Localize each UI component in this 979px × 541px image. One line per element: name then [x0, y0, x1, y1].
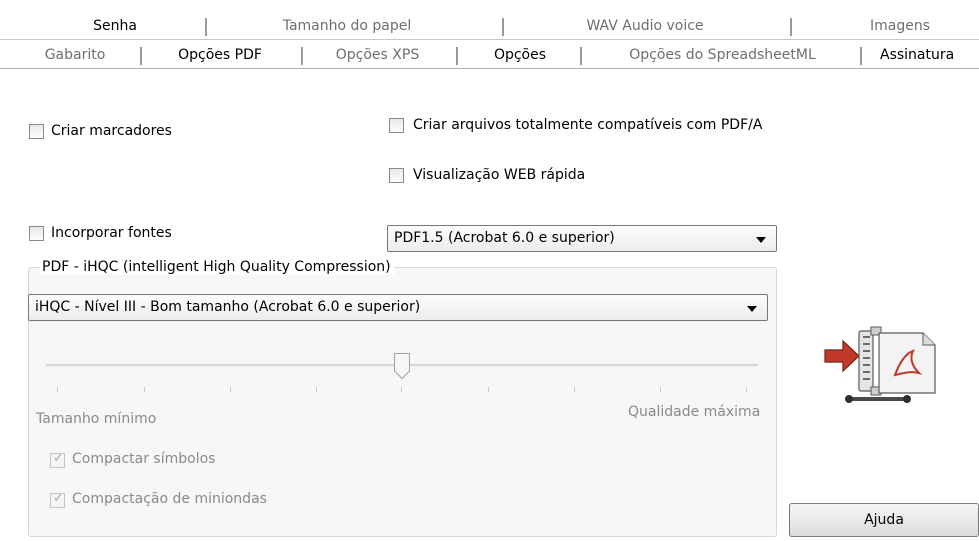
create-bookmarks-checkbox[interactable]	[29, 124, 44, 139]
tab-separator	[140, 47, 142, 65]
tab-tamanho-do-papel[interactable]: Tamanho do papel	[262, 15, 432, 38]
slider-tick	[144, 387, 145, 392]
tab-separator	[205, 18, 207, 36]
slider-tick	[660, 387, 661, 392]
compress-symbols-label[interactable]: Compactar símbolos	[72, 451, 215, 467]
pdf-version-select[interactable]: PDF1.5 (Acrobat 6.0 e superior)	[387, 225, 777, 252]
tab-imagens[interactable]: Imagens	[840, 15, 960, 38]
tab-separator	[456, 47, 458, 65]
tab-panel-border	[0, 68, 979, 69]
fast-web-view-checkbox[interactable]	[389, 168, 404, 183]
compress-thumbnails-label[interactable]: Compactação de miniondas	[72, 491, 267, 507]
slider-max-label: Qualidade máxima	[628, 404, 761, 420]
tab-separator	[502, 18, 504, 36]
tab-opcoes-spreadsheetml[interactable]: Opções do SpreadsheetML	[590, 44, 855, 67]
slider-tick	[746, 387, 747, 392]
tab-separator	[301, 47, 303, 65]
compress-thumbnails-checkbox[interactable]	[50, 491, 65, 508]
pdfa-compliant-checkbox[interactable]	[389, 118, 404, 133]
slider-tick	[230, 387, 231, 392]
slider-min-label: Tamanho mínimo	[36, 411, 157, 427]
tab-row-divider	[0, 39, 979, 40]
tab-wav-audio-voice[interactable]: WAV Audio voice	[560, 15, 730, 38]
ihqc-level-select[interactable]: iHQC - Nível III - Bom tamanho (Acrobat …	[28, 294, 768, 321]
pdf-version-value: PDF1.5 (Acrobat 6.0 e superior)	[394, 230, 615, 246]
tab-separator	[790, 18, 792, 36]
slider-tick	[488, 387, 489, 392]
slider-tick	[57, 387, 58, 392]
tab-separator	[860, 47, 862, 65]
tab-assinatura[interactable]: Assinatura	[880, 44, 979, 67]
help-button[interactable]: Ajuda	[789, 503, 979, 537]
fast-web-view-label[interactable]: Visualização WEB rápida	[413, 167, 585, 183]
chevron-down-icon	[747, 306, 757, 312]
tab-gabarito[interactable]: Gabarito	[20, 44, 130, 67]
ihqc-level-value: iHQC - Nível III - Bom tamanho (Acrobat …	[35, 299, 421, 315]
tab-opcoes-pdf[interactable]: Opções PDF	[155, 44, 285, 67]
pdf-compress-icon	[824, 326, 936, 403]
tab-senha[interactable]: Senha	[60, 15, 170, 38]
ihqc-slider-thumb[interactable]	[393, 352, 411, 380]
tab-opcoes-xps[interactable]: Opções XPS	[315, 44, 440, 67]
tab-separator	[580, 47, 582, 65]
chevron-down-icon	[756, 237, 766, 243]
embed-fonts-label[interactable]: Incorporar fontes	[51, 225, 172, 241]
slider-tick	[574, 387, 575, 392]
pdfa-compliant-label[interactable]: Criar arquivos totalmente compatíveis co…	[413, 117, 762, 133]
tab-opcoes[interactable]: Opções	[470, 44, 570, 67]
compress-symbols-checkbox[interactable]	[50, 451, 65, 468]
embed-fonts-checkbox[interactable]	[29, 226, 44, 241]
ihqc-group-title: PDF - iHQC (intelligent High Quality Com…	[40, 259, 394, 275]
slider-tick	[316, 387, 317, 392]
slider-tick	[401, 387, 402, 392]
create-bookmarks-label[interactable]: Criar marcadores	[51, 123, 172, 139]
